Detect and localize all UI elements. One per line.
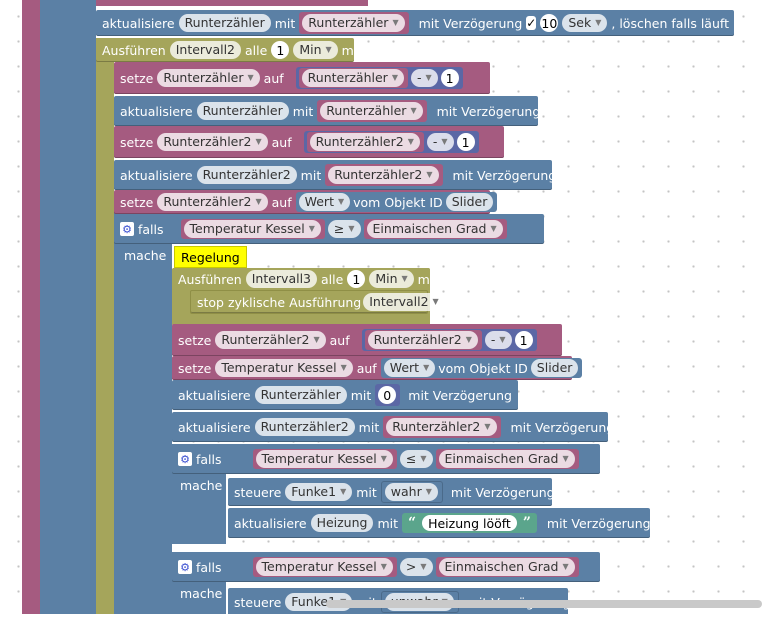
chevron-down-icon: ▼ bbox=[340, 487, 347, 496]
chevron-down-icon: ▼ bbox=[380, 454, 387, 463]
set-runterzaehler2-slider-block[interactable]: setze Runterzähler2 ▼ auf Wert ▼ vom Objekt… bbox=[114, 190, 498, 214]
chevron-down-icon: ▼ bbox=[255, 197, 262, 206]
chevron-down-icon: ▼ bbox=[465, 335, 472, 344]
update-runterzaehler2-inner-block[interactable]: aktualisiere Runterzähler2 mit Runterzäh… bbox=[172, 412, 614, 442]
chevron-down-icon: ▼ bbox=[484, 422, 491, 431]
unit-dropdown[interactable]: Sek ▼ bbox=[562, 14, 608, 32]
falls-block-spine bbox=[40, 0, 96, 614]
compare-block[interactable]: Temperatur Kessel ▼ ≤ ▼ Einmaischen Grad ▼ bbox=[249, 448, 583, 470]
blockly-workspace[interactable]: aktualisiere Runterzähler mit Runterzähl… bbox=[0, 0, 762, 614]
chevron-down-icon: ▼ bbox=[337, 197, 345, 206]
chevron-down-icon: ▼ bbox=[401, 274, 408, 283]
outer-block-spine bbox=[22, 0, 40, 614]
chevron-down-icon: ▼ bbox=[380, 562, 387, 571]
mache-label: mache bbox=[180, 586, 223, 601]
chevron-down-icon: ▼ bbox=[348, 224, 355, 233]
chevron-down-icon: ▼ bbox=[441, 137, 448, 146]
chevron-down-icon: ▼ bbox=[340, 363, 347, 372]
chevron-down-icon: ▼ bbox=[562, 454, 569, 463]
chevron-down-icon: ▼ bbox=[425, 73, 432, 82]
unit-dropdown[interactable]: Min ▼ bbox=[293, 41, 338, 59]
falls2-block-spine bbox=[114, 212, 172, 614]
stop-interval-block[interactable]: stop zyklische Ausführung Intervall2 ▼ bbox=[190, 290, 445, 314]
update-runterzaehler-block[interactable]: aktualisiere Runterzähler mit Runterzähl… bbox=[114, 96, 540, 126]
chevron-down-icon: ▼ bbox=[426, 170, 433, 179]
chevron-down-icon: ▼ bbox=[595, 18, 602, 27]
gear-icon[interactable]: ⚙ bbox=[120, 222, 134, 236]
if-block[interactable]: ⚙ falls Temperatur Kessel ▼ ≥ ▼ Einmaische… bbox=[114, 214, 544, 244]
chevron-down-icon: ▼ bbox=[490, 224, 497, 233]
chevron-down-icon: ▼ bbox=[410, 106, 417, 115]
interval-name[interactable]: Intervall2 bbox=[169, 41, 242, 59]
horizontal-scrollbar[interactable] bbox=[326, 600, 762, 608]
delay-checkbox[interactable]: ✓ bbox=[526, 16, 537, 30]
if-block-gt[interactable]: ⚙ falls Temperatur Kessel ▼ > ▼ Einmaische… bbox=[172, 552, 600, 582]
chevron-down-icon: ▼ bbox=[255, 137, 262, 146]
set-runterzaehler2-block[interactable]: setze Runterzähler2 ▼ auf Runterzähler2 ▼ … bbox=[114, 126, 504, 158]
control-funke1-true-block[interactable]: steuere Funke1 ▼ mit wahr ▼ mit Verzögerun… bbox=[228, 478, 555, 506]
chevron-down-icon: ▼ bbox=[247, 73, 254, 82]
interval3-header: Ausführen Intervall3 alle 1 Min ▼ ms bbox=[172, 268, 436, 290]
intervall2-block-spine bbox=[96, 38, 114, 614]
math-block[interactable]: Runterzähler2 ▼ - ▼ 1 bbox=[303, 131, 479, 153]
comment-tooltip: Regelung bbox=[174, 246, 247, 268]
chevron-down-icon: ▼ bbox=[391, 73, 398, 82]
update-runterzaehler-delay-block[interactable]: aktualisiere Runterzähler mit Runterzähl… bbox=[96, 10, 734, 36]
if-block-lte[interactable]: ⚙ falls Temperatur Kessel ▼ ≤ ▼ Einmaische… bbox=[172, 444, 600, 474]
chevron-down-icon: ▼ bbox=[432, 297, 439, 306]
update-heizung-block[interactable]: aktualisiere Heizung mit “Heizung lööft”… bbox=[228, 508, 651, 538]
chevron-down-icon: ▼ bbox=[308, 224, 315, 233]
chevron-down-icon: ▼ bbox=[325, 45, 332, 54]
chevron-down-icon: ▼ bbox=[425, 487, 432, 496]
chevron-down-icon: ▼ bbox=[562, 562, 569, 571]
update-runterzaehler2-block[interactable]: aktualisiere Runterzähler2 mit Runterzäh… bbox=[114, 160, 556, 190]
compare-block[interactable]: Temperatur Kessel ▼ > ▼ Einmaischen Grad ▼ bbox=[249, 556, 583, 578]
string-block[interactable]: “Heizung lööft” bbox=[402, 513, 537, 533]
mache-label: mache bbox=[124, 248, 167, 263]
update-runterzaehler-zero-block[interactable]: aktualisiere Runterzähler mit 0 mit Verz… bbox=[172, 380, 518, 410]
chevron-down-icon: ▼ bbox=[407, 137, 414, 146]
chevron-down-icon: ▼ bbox=[313, 335, 320, 344]
interval2-block[interactable]: Ausführen Intervall2 alle 1 Min ▼ ms bbox=[96, 38, 360, 62]
var-dropdown[interactable]: Runterzähler bbox=[178, 14, 271, 32]
set-runterzaehler-block[interactable]: setze Runterzähler ▼ auf Runterzähler ▼ - ▼… bbox=[114, 62, 490, 94]
gear-icon[interactable]: ⚙ bbox=[178, 560, 192, 574]
chevron-down-icon: ▼ bbox=[499, 335, 506, 344]
chevron-down-icon: ▼ bbox=[420, 562, 427, 571]
mache-label: mache bbox=[180, 478, 223, 493]
delay-number[interactable]: 10 bbox=[540, 14, 559, 32]
chevron-down-icon: ▼ bbox=[392, 18, 399, 27]
chevron-down-icon: ▼ bbox=[420, 454, 427, 463]
math-block[interactable]: Runterzähler2 ▼ - ▼ 1 bbox=[361, 329, 537, 351]
chevron-down-icon: ▼ bbox=[423, 363, 430, 372]
compare-block[interactable]: Temperatur Kessel ▼ ≥ ▼ Einmaischen Grad ▼ bbox=[177, 218, 511, 240]
set-runterzaehler2-inner-block[interactable]: setze Runterzähler2 ▼ auf Runterzähler2 ▼ … bbox=[172, 324, 562, 356]
previous-block-edge bbox=[96, 0, 368, 6]
math-block[interactable]: Runterzähler ▼ - ▼ 1 bbox=[295, 67, 463, 89]
set-temperatur-block[interactable]: setze Temperatur Kessel ▼ auf Wert ▼ vom Ob… bbox=[172, 356, 583, 380]
gear-icon[interactable]: ⚙ bbox=[178, 452, 192, 466]
var-getter[interactable]: Runterzähler ▼ bbox=[299, 12, 409, 34]
